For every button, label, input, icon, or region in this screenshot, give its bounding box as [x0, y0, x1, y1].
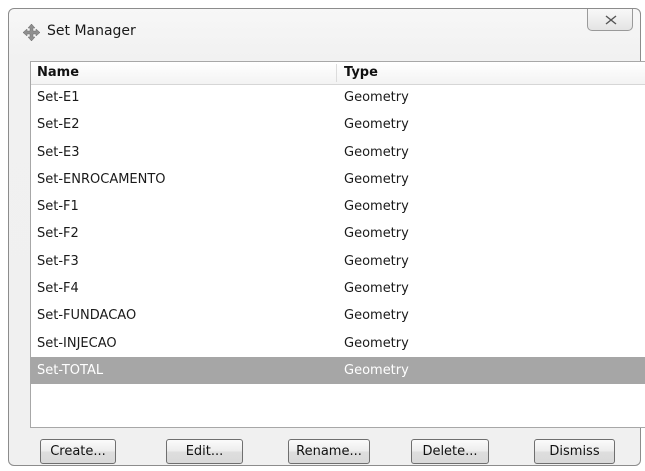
button-bar: Create... Edit... Rename... Delete... Di…	[9, 439, 640, 467]
table-row[interactable]: Set-ENROCAMENTO Geometry	[31, 166, 645, 193]
delete-button[interactable]: Delete...	[411, 439, 489, 464]
table-row[interactable]: Set-F4 Geometry	[31, 275, 645, 302]
table-row[interactable]: Set-E2 Geometry	[31, 111, 645, 138]
cross-arrows-icon	[22, 23, 41, 42]
dismiss-button[interactable]: Dismiss	[534, 439, 615, 464]
cell-set-type: Geometry	[344, 362, 409, 378]
table-body: Set-E1 Geometry Set-E2 Geometry Set-E3 Geomet…	[31, 84, 645, 385]
table-row[interactable]: Set-TOTAL Geometry	[31, 356, 645, 385]
cell-set-name: Set-E1	[37, 90, 80, 105]
cell-set-name: Set-ENROCAMENTO	[37, 171, 166, 187]
sets-table[interactable]: Name Type Set-E1 Geometry Set-E2 Geometry Se…	[30, 61, 645, 428]
title-bar[interactable]: Set Manager	[9, 9, 640, 51]
table-row[interactable]: Set-E3 Geometry	[31, 139, 645, 166]
cell-set-name: Set-E3	[37, 144, 80, 160]
table-row[interactable]: Set-F3 Geometry	[31, 248, 645, 275]
edit-button[interactable]: Edit...	[166, 439, 243, 464]
cell-set-type: Geometry	[344, 144, 409, 160]
table-header: Name Type	[31, 62, 645, 85]
cell-set-type: Geometry	[344, 281, 409, 297]
table-row[interactable]: Set-INJECAO Geometry	[31, 330, 645, 357]
table-row[interactable]: Set-FUNDACAO Geometry	[31, 302, 645, 329]
window-title: Set Manager	[47, 23, 136, 39]
cell-set-name: Set-TOTAL	[37, 362, 104, 378]
cell-set-type: Geometry	[344, 308, 409, 324]
cell-set-name: Set-INJECAO	[37, 335, 117, 351]
cell-set-name: Set-F1	[37, 199, 79, 215]
column-header-type[interactable]: Type	[344, 65, 378, 81]
cell-set-name: Set-FUNDACAO	[37, 308, 137, 324]
cell-set-type: Geometry	[344, 199, 409, 215]
cell-set-type: Geometry	[344, 226, 409, 242]
cell-set-type: Geometry	[344, 171, 409, 187]
cell-set-type: Geometry	[344, 335, 409, 351]
create-button[interactable]: Create...	[40, 439, 116, 464]
set-manager-window: Set Manager Name Type Set-E1 Geometry Set-…	[8, 8, 645, 467]
column-header-name[interactable]: Name	[37, 65, 79, 81]
cell-set-type: Geometry	[344, 117, 409, 133]
cell-set-name: Set-F3	[37, 253, 79, 269]
table-row[interactable]: Set-F2 Geometry	[31, 220, 645, 247]
close-button[interactable]	[587, 9, 633, 31]
column-divider[interactable]	[336, 64, 337, 82]
close-x-icon	[605, 15, 617, 25]
cell-set-name: Set-F2	[37, 226, 79, 242]
rename-button[interactable]: Rename...	[288, 439, 370, 464]
cell-set-name: Set-F4	[37, 281, 79, 297]
cell-set-type: Geometry	[344, 253, 409, 269]
table-row[interactable]: Set-F1 Geometry	[31, 193, 645, 220]
cell-set-type: Geometry	[344, 90, 409, 105]
table-row[interactable]: Set-E1 Geometry	[31, 84, 645, 111]
cell-set-name: Set-E2	[37, 117, 80, 133]
